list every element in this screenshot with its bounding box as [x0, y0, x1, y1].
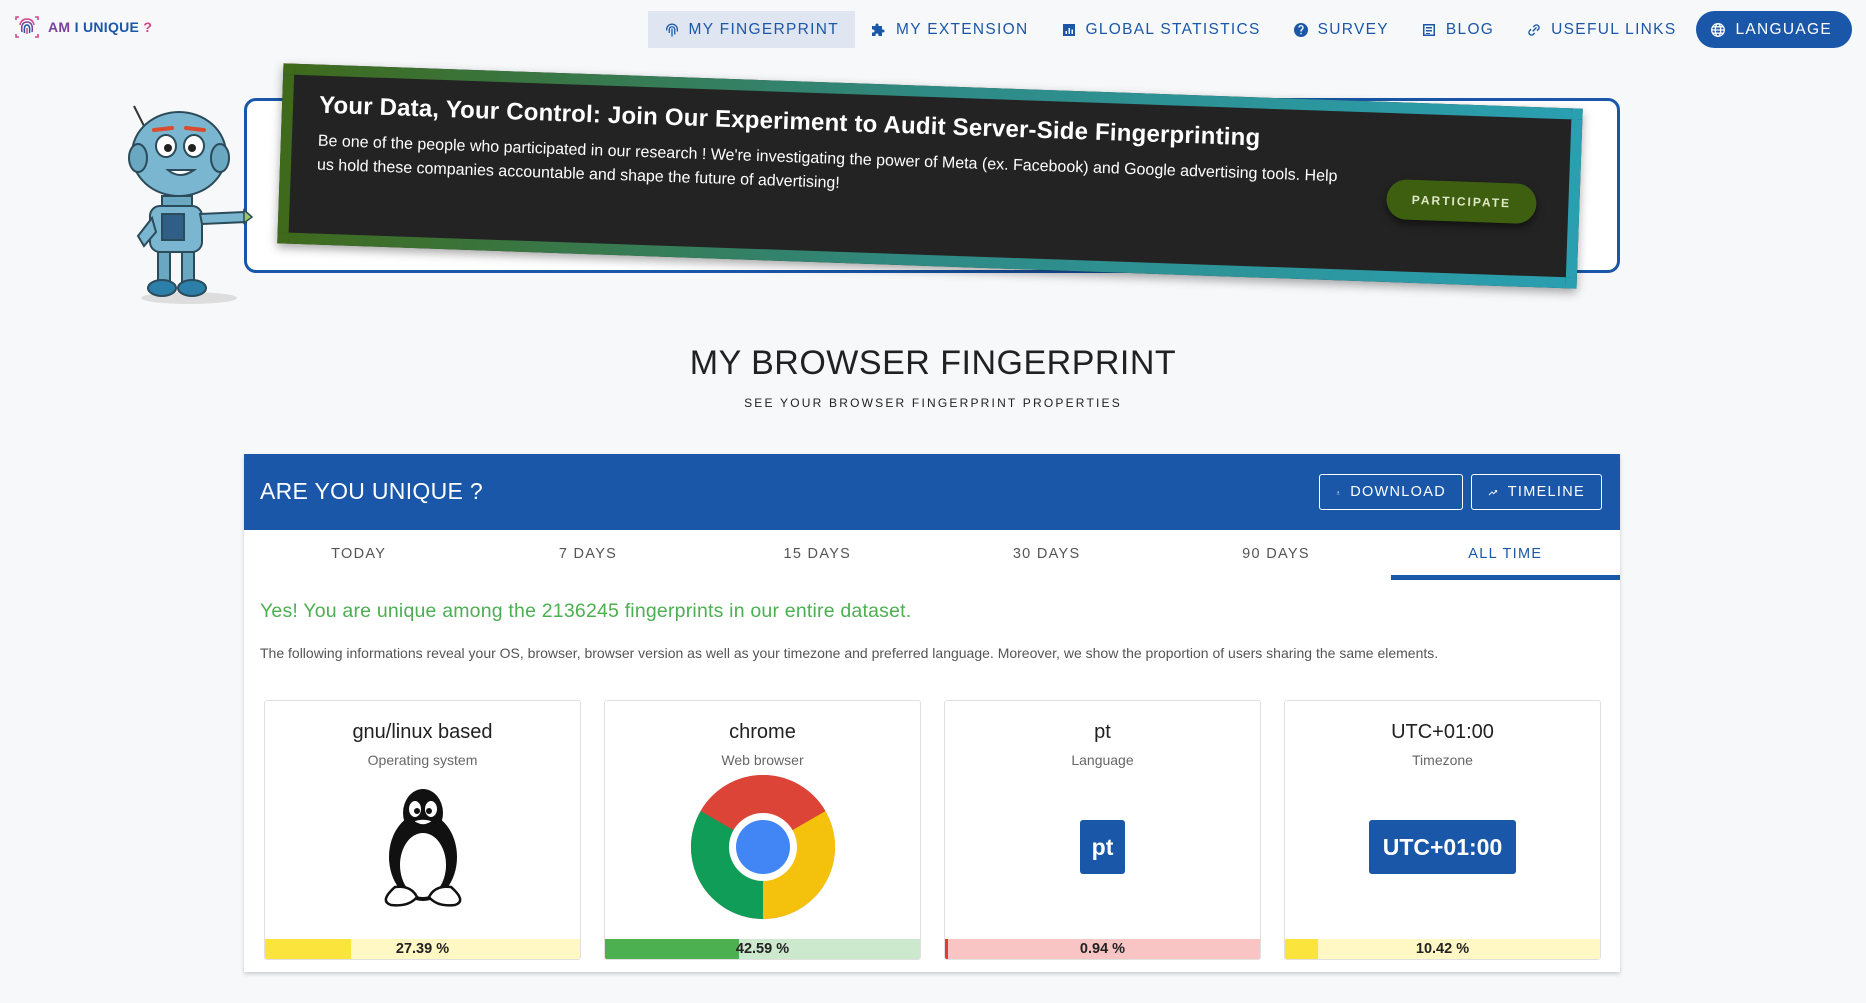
property-label: Language — [1071, 752, 1134, 768]
nav-label: USEFUL LINKS — [1551, 20, 1677, 38]
nav-language-button[interactable]: LANGUAGE — [1696, 11, 1852, 48]
nav-useful-links[interactable]: USEFUL LINKS — [1510, 11, 1692, 48]
property-visual: UTC+01:00 — [1285, 787, 1600, 907]
uniqueness-card: ARE YOU UNIQUE ? DOWNLOAD TIMELINE TODAY… — [244, 454, 1621, 972]
share-bar: 27.39 % — [265, 939, 580, 959]
card-title: ARE YOU UNIQUE ? — [260, 478, 483, 504]
globe-icon — [1711, 22, 1726, 37]
nav-global-statistics[interactable]: GLOBAL STATISTICS — [1045, 11, 1277, 48]
download-label: DOWNLOAD — [1350, 484, 1446, 500]
site-logo[interactable]: AM I UNIQUE ? — [12, 12, 152, 42]
linux-tux-icon — [384, 789, 461, 907]
tab-30-days[interactable]: 30 DAYS — [932, 530, 1161, 578]
property-value: gnu/linux based — [352, 721, 493, 743]
share-percent: 42.59 % — [735, 941, 790, 957]
unique-message: Yes! You are unique among the 2136245 fi… — [260, 600, 912, 622]
robot-mascot-icon — [128, 105, 254, 304]
help-circle-icon — [1293, 22, 1308, 37]
nav-label: BLOG — [1445, 20, 1495, 38]
share-percent: 0.94 % — [1079, 941, 1126, 957]
property-visual: pt — [945, 787, 1260, 907]
property-card-os: gnu/linux based Operating system 27.39 % — [264, 700, 581, 960]
chrome-logo-icon — [690, 775, 835, 919]
trending-up-icon — [1488, 489, 1498, 495]
nav-label: MY FINGERPRINT — [688, 20, 840, 38]
property-label: Web browser — [721, 752, 804, 768]
time-range-tabs: TODAY 7 DAYS 15 DAYS 30 DAYS 90 DAYS ALL… — [244, 530, 1621, 580]
share-percent: 10.42 % — [1415, 941, 1470, 957]
participate-button[interactable]: PARTICIPATE — [1385, 178, 1538, 225]
tab-today[interactable]: TODAY — [244, 530, 473, 578]
page-title: MY BROWSER FINGERPRINT — [689, 344, 1177, 382]
share-bar: 0.94 % — [945, 939, 1260, 959]
logo-text: AM I UNIQUE ? — [48, 19, 153, 35]
chart-icon — [1062, 23, 1075, 36]
nav-label: LANGUAGE — [1735, 20, 1832, 38]
nav-blog[interactable]: BLOG — [1405, 11, 1510, 48]
property-visual — [265, 787, 580, 907]
nav-label: GLOBAL STATISTICS — [1085, 20, 1261, 38]
property-label: Timezone — [1412, 752, 1473, 768]
language-chip: pt — [1080, 820, 1125, 874]
share-percent: 27.39 % — [395, 941, 450, 957]
puzzle-icon — [872, 23, 885, 36]
top-nav: AM I UNIQUE ? MY FINGERPRINT MY EXTENSIO… — [0, 0, 1866, 60]
share-bar: 10.42 % — [1285, 939, 1600, 959]
property-value: pt — [1094, 721, 1111, 743]
property-card-timezone: UTC+01:00 Timezone UTC+01:00 10.42 % — [1284, 700, 1601, 960]
timeline-button[interactable]: TIMELINE — [1471, 474, 1602, 510]
tab-15-days[interactable]: 15 DAYS — [703, 530, 932, 578]
share-bar: 42.59 % — [605, 939, 920, 959]
download-button[interactable]: DOWNLOAD — [1319, 474, 1463, 510]
fingerprint-logo-icon — [15, 16, 39, 38]
download-icon — [1336, 490, 1340, 494]
property-card-browser: chrome Web browser 42.59 % — [604, 700, 921, 960]
card-header: ARE YOU UNIQUE ? DOWNLOAD TIMELINE — [244, 454, 1620, 530]
nav-label: SURVEY — [1317, 20, 1389, 38]
property-visual — [605, 775, 920, 919]
blog-icon — [1422, 23, 1435, 36]
nav-my-extension[interactable]: MY EXTENSION — [855, 11, 1044, 48]
tab-all-time[interactable]: ALL TIME — [1390, 530, 1621, 580]
tab-90-days[interactable]: 90 DAYS — [1161, 530, 1390, 578]
property-card-language: pt Language pt 0.94 % — [944, 700, 1261, 960]
link-icon — [1528, 23, 1540, 36]
property-label: Operating system — [367, 752, 478, 768]
info-text: The following informations reveal your O… — [260, 645, 1439, 661]
page-subtitle: SEE YOUR BROWSER FINGERPRINT PROPERTIES — [744, 396, 1122, 410]
tab-7-days[interactable]: 7 DAYS — [473, 530, 702, 578]
nav-survey[interactable]: SURVEY — [1277, 11, 1405, 48]
nav-label: MY EXTENSION — [896, 20, 1029, 38]
nav-my-fingerprint[interactable]: MY FINGERPRINT — [647, 11, 856, 48]
timeline-label: TIMELINE — [1507, 484, 1585, 500]
fingerprint-icon — [665, 23, 678, 36]
timezone-chip: UTC+01:00 — [1369, 820, 1516, 874]
property-value: UTC+01:00 — [1391, 721, 1494, 743]
property-value: chrome — [729, 721, 796, 743]
